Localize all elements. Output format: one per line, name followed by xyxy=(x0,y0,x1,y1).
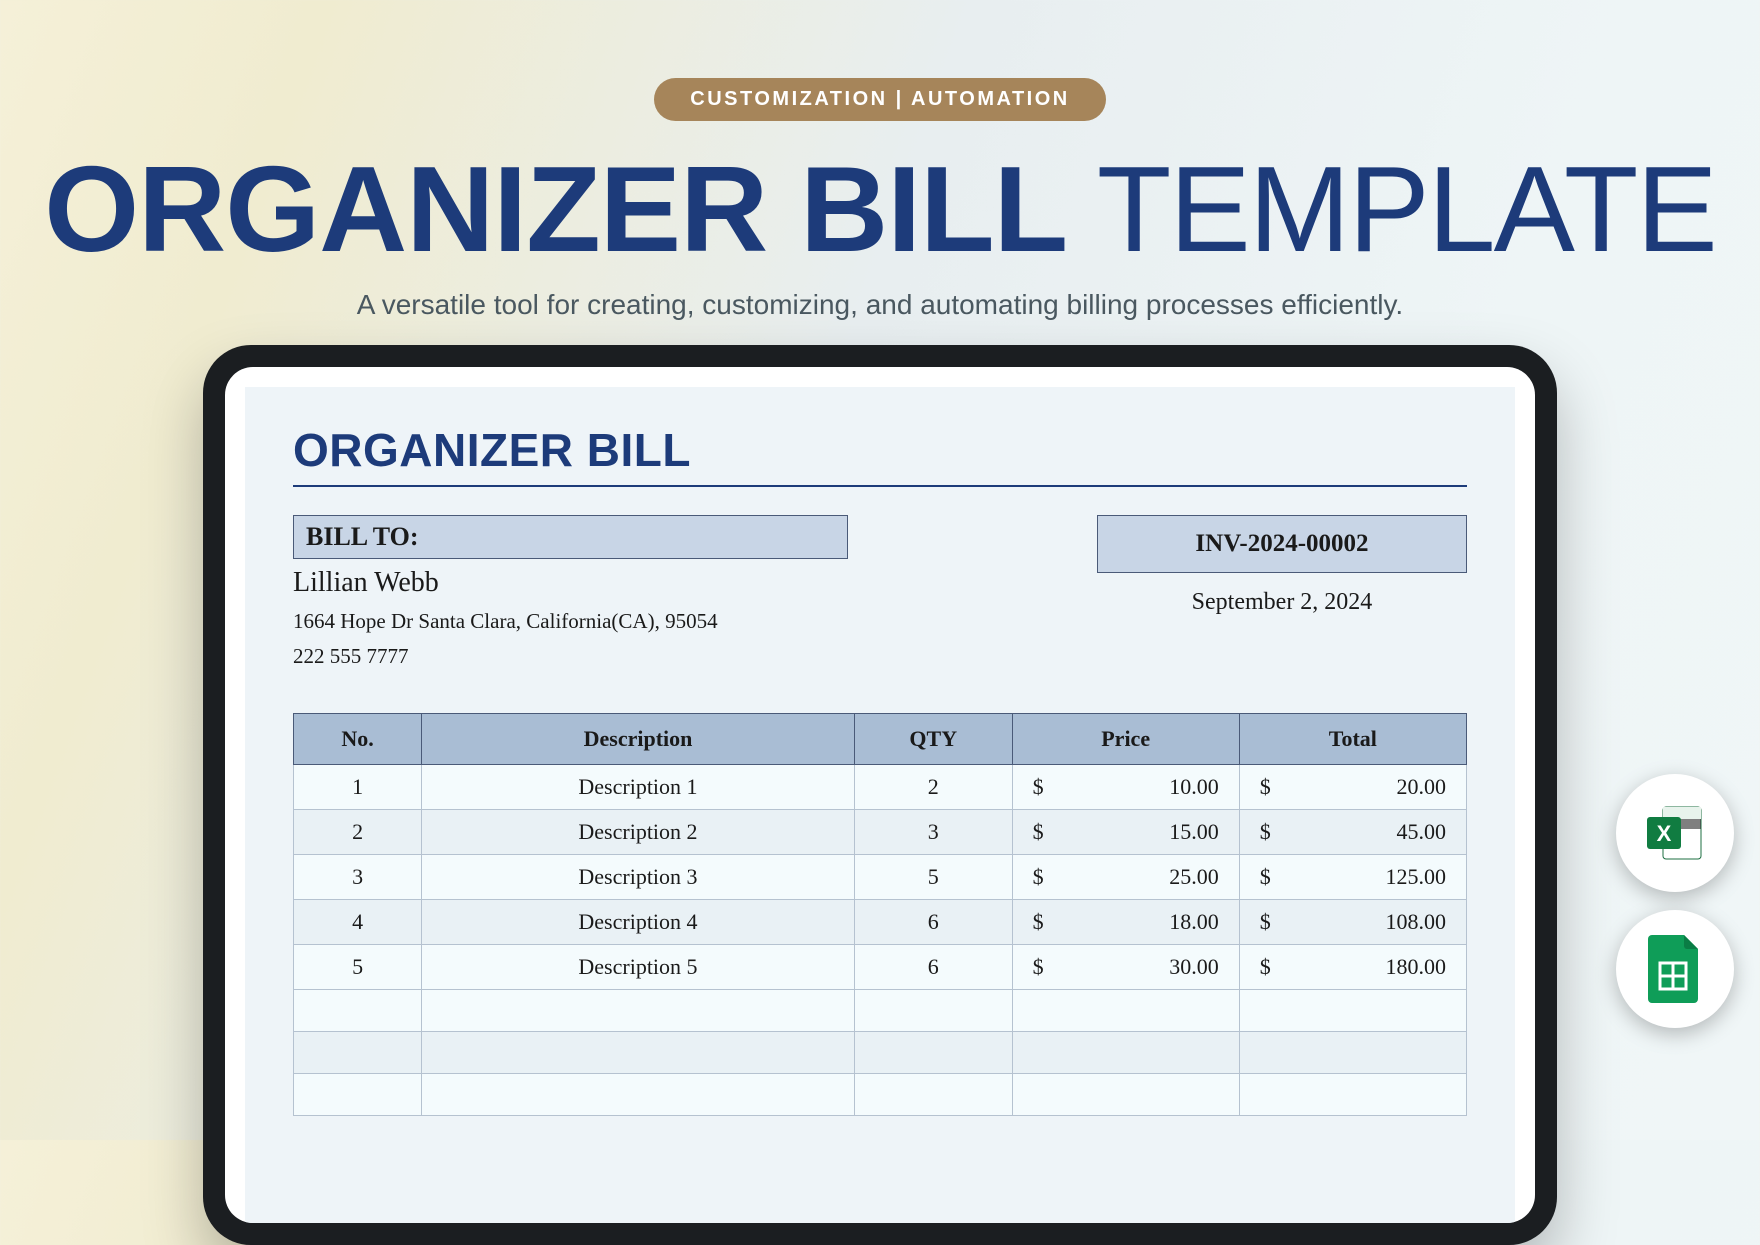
table-row: 2Description 23$15.00$45.00 xyxy=(294,810,1467,855)
cell-qty: 6 xyxy=(854,900,1012,945)
svg-text:X: X xyxy=(1657,821,1672,846)
col-header-total: Total xyxy=(1239,714,1466,765)
table-row: 4Description 46$18.00$108.00 xyxy=(294,900,1467,945)
cell-price: $30.00 xyxy=(1012,945,1239,990)
table-row-empty xyxy=(294,990,1467,1032)
cell-no: 4 xyxy=(294,900,422,945)
cell-price: $10.00 xyxy=(1012,765,1239,810)
cell-no: 2 xyxy=(294,810,422,855)
invoice-date: September 2, 2024 xyxy=(1097,589,1467,616)
table-row: 3Description 35$25.00$125.00 xyxy=(294,855,1467,900)
col-header-no: No. xyxy=(294,714,422,765)
download-excel-button[interactable]: X xyxy=(1616,774,1734,892)
cell-no: 3 xyxy=(294,855,422,900)
table-row: 5Description 56$30.00$180.00 xyxy=(294,945,1467,990)
page-subtitle: A versatile tool for creating, customizi… xyxy=(0,289,1760,321)
cell-qty: 5 xyxy=(854,855,1012,900)
invoice-info-section: INV-2024-00002 September 2, 2024 xyxy=(1097,515,1467,616)
tablet-frame: ORGANIZER BILL BILL TO: Lillian Webb 166… xyxy=(203,345,1557,1245)
document-title: ORGANIZER BILL xyxy=(293,423,1467,487)
cell-price: $15.00 xyxy=(1012,810,1239,855)
customer-phone: 222 555 7777 xyxy=(293,644,848,669)
col-header-qty: QTY xyxy=(854,714,1012,765)
cell-price: $25.00 xyxy=(1012,855,1239,900)
cell-no: 5 xyxy=(294,945,422,990)
sheets-icon xyxy=(1646,933,1704,1005)
invoice-document: ORGANIZER BILL BILL TO: Lillian Webb 166… xyxy=(245,387,1515,1223)
page-header: CUSTOMIZATION | AUTOMATION ORGANIZER BIL… xyxy=(0,0,1760,321)
download-buttons: X xyxy=(1616,774,1734,1028)
category-pill: CUSTOMIZATION | AUTOMATION xyxy=(654,78,1105,121)
cell-description: Description 5 xyxy=(422,945,855,990)
excel-icon: X xyxy=(1643,801,1707,865)
page-title: ORGANIZER BILL TEMPLATE xyxy=(0,139,1760,279)
cell-qty: 6 xyxy=(854,945,1012,990)
table-header-row: No. Description QTY Price Total xyxy=(294,714,1467,765)
bill-to-label: BILL TO: xyxy=(293,515,848,559)
col-header-description: Description xyxy=(422,714,855,765)
title-bold-part: ORGANIZER BILL xyxy=(44,141,1067,277)
bill-to-section: BILL TO: Lillian Webb 1664 Hope Dr Santa… xyxy=(293,515,848,669)
cell-description: Description 1 xyxy=(422,765,855,810)
table-body: 1Description 12$10.00$20.002Description … xyxy=(294,765,1467,1116)
cell-total: $180.00 xyxy=(1239,945,1466,990)
invoice-number: INV-2024-00002 xyxy=(1097,515,1467,573)
invoice-meta-row: BILL TO: Lillian Webb 1664 Hope Dr Santa… xyxy=(293,515,1467,669)
cell-total: $20.00 xyxy=(1239,765,1466,810)
download-sheets-button[interactable] xyxy=(1616,910,1734,1028)
cell-total: $108.00 xyxy=(1239,900,1466,945)
table-row: 1Description 12$10.00$20.00 xyxy=(294,765,1467,810)
cell-total: $125.00 xyxy=(1239,855,1466,900)
customer-name: Lillian Webb xyxy=(293,567,848,599)
tablet-screen: ORGANIZER BILL BILL TO: Lillian Webb 166… xyxy=(225,367,1535,1223)
cell-qty: 2 xyxy=(854,765,1012,810)
cell-total: $45.00 xyxy=(1239,810,1466,855)
cell-price: $18.00 xyxy=(1012,900,1239,945)
title-light-part: TEMPLATE xyxy=(1067,141,1716,277)
cell-description: Description 2 xyxy=(422,810,855,855)
cell-description: Description 3 xyxy=(422,855,855,900)
customer-address: 1664 Hope Dr Santa Clara, California(CA)… xyxy=(293,609,848,634)
col-header-price: Price xyxy=(1012,714,1239,765)
line-items-table: No. Description QTY Price Total 1Descrip… xyxy=(293,713,1467,1116)
cell-no: 1 xyxy=(294,765,422,810)
table-row-empty xyxy=(294,1032,1467,1074)
table-row-empty xyxy=(294,1074,1467,1116)
cell-description: Description 4 xyxy=(422,900,855,945)
cell-qty: 3 xyxy=(854,810,1012,855)
